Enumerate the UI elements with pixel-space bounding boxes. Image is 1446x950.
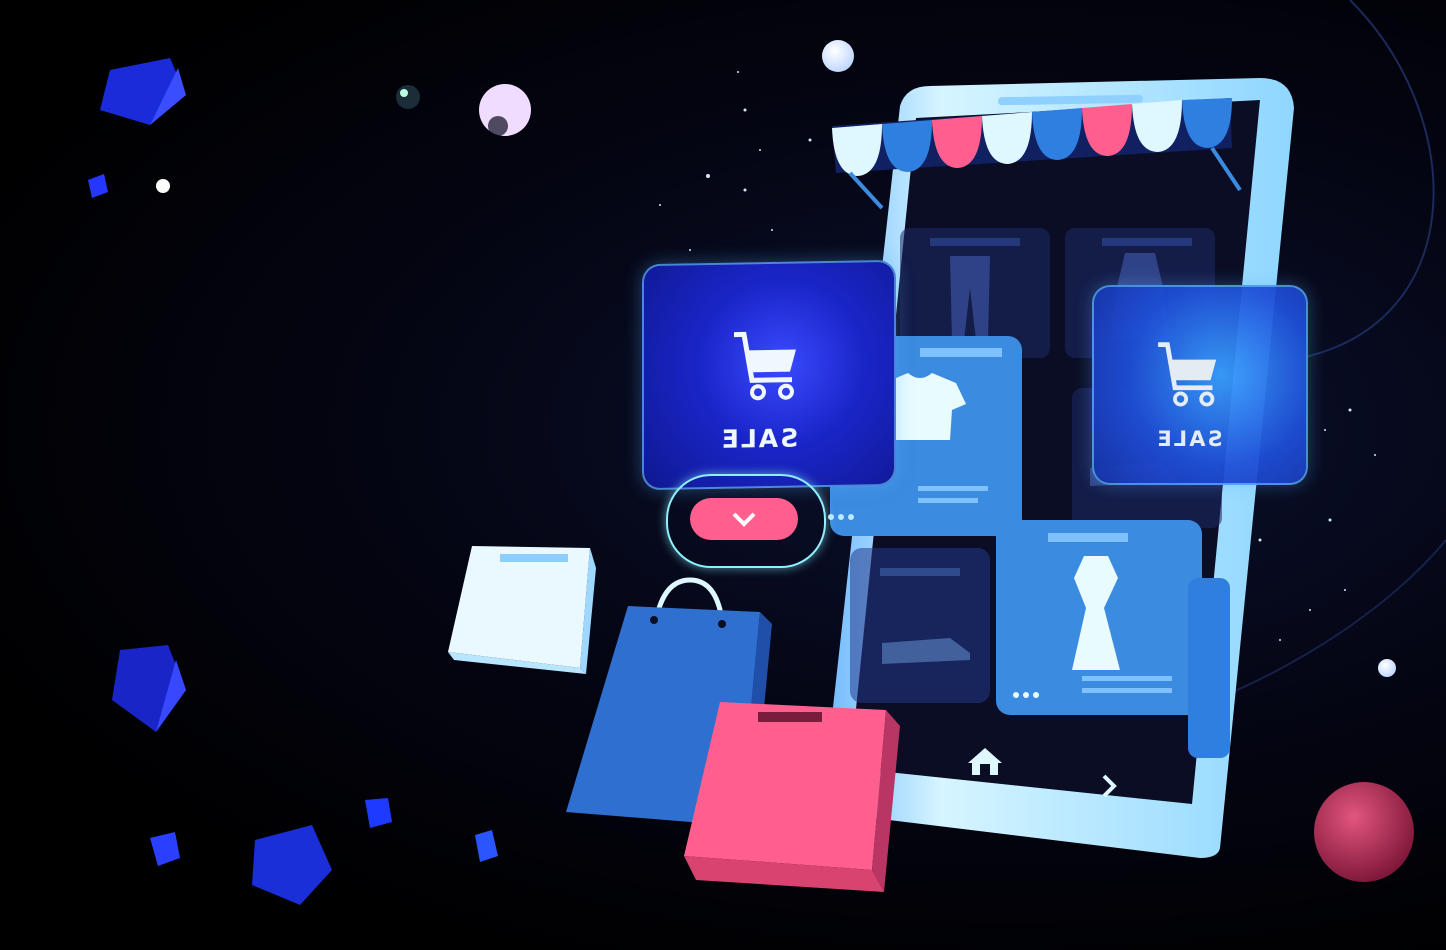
sale-card[interactable]: SALE [1092,285,1308,485]
orb [396,85,420,109]
orb [1378,659,1396,677]
gem [150,832,180,866]
gem [365,798,392,828]
sale-card[interactable]: SALE [642,259,896,491]
orb [822,40,854,72]
sale-label: SALE [1155,427,1223,451]
gem [252,825,332,905]
ecommerce-illustration: SALE SALE [0,0,1446,950]
more-dots-icon [828,514,854,520]
shopping-items [448,546,900,892]
shopping-bag-pink [684,702,900,892]
product-card-dress [996,520,1202,715]
shopping-cart-icon [1158,342,1217,407]
shopping-cart-icon [734,331,796,401]
chevron-down-icon [732,512,756,527]
gem [88,174,108,198]
dropdown-button[interactable] [690,498,798,540]
orbit-line [1289,0,1435,361]
orb [156,179,170,193]
gift-box [448,546,596,674]
sale-label: SALE [719,423,799,454]
orb [1314,782,1414,882]
